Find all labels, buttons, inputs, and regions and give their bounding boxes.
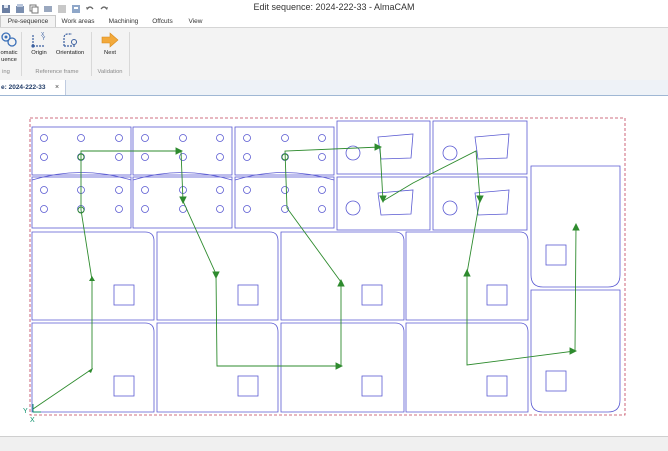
next-button[interactable]: Next bbox=[95, 31, 125, 57]
part-small[interactable] bbox=[336, 120, 431, 175]
status-bar bbox=[0, 436, 668, 451]
part-plate[interactable] bbox=[31, 176, 132, 229]
small-plates bbox=[336, 120, 528, 231]
part-large[interactable] bbox=[31, 231, 155, 321]
part-large[interactable] bbox=[280, 231, 405, 321]
document-tab-bar: e: 2024-222-33 × bbox=[0, 80, 668, 96]
automatic-sequence-label-2: uence bbox=[1, 57, 17, 63]
perforated-plates bbox=[31, 126, 335, 229]
origin-button[interactable]: Y X Origin bbox=[26, 31, 52, 57]
tab-offcuts[interactable]: Offcuts bbox=[146, 16, 179, 27]
close-icon[interactable]: × bbox=[55, 80, 59, 95]
part-plate[interactable] bbox=[234, 176, 335, 229]
sequence-path bbox=[32, 143, 580, 410]
automatic-sequence-button[interactable]: omatic uence bbox=[0, 31, 26, 64]
part-large[interactable] bbox=[280, 322, 405, 413]
x-axis-label: X bbox=[30, 417, 35, 424]
group-separator bbox=[21, 32, 22, 76]
sheet-border bbox=[29, 117, 626, 416]
group-separator bbox=[91, 32, 92, 76]
large-plates bbox=[31, 165, 621, 413]
tab-view[interactable]: View bbox=[181, 16, 210, 27]
orientation-label: Orientation bbox=[55, 50, 85, 56]
next-arrow-icon bbox=[101, 32, 119, 48]
ribbon: omatic uence ing Y X Origin Orientation … bbox=[0, 27, 668, 81]
drawing-canvas[interactable]: Y X bbox=[0, 96, 668, 434]
validation-group-label: Validation bbox=[97, 69, 123, 75]
orientation-button[interactable]: Orientation bbox=[53, 31, 87, 57]
group-separator bbox=[129, 32, 130, 76]
sequencing-group-label: ing bbox=[2, 69, 10, 75]
y-axis-label: Y bbox=[23, 408, 28, 415]
document-tab-label: e: 2024-222-33 bbox=[1, 84, 46, 91]
origin-icon: Y X bbox=[31, 32, 46, 48]
part-large[interactable] bbox=[31, 322, 155, 413]
part-small[interactable] bbox=[336, 176, 431, 231]
nesting-drawing: Y X bbox=[23, 117, 626, 424]
reference-frame-group-label: Reference frame bbox=[35, 69, 79, 75]
automatic-sequence-icon bbox=[1, 32, 17, 47]
automatic-sequence-label-1: omatic bbox=[0, 50, 18, 56]
ribbon-tabs: Pre-sequence Work areas Machining Offcut… bbox=[0, 15, 668, 28]
orientation-icon bbox=[63, 33, 77, 47]
next-label: Next bbox=[104, 50, 116, 56]
part-large[interactable] bbox=[156, 322, 279, 413]
origin-label: Origin bbox=[31, 50, 47, 56]
tab-work-areas[interactable]: Work areas bbox=[55, 16, 101, 27]
part-small[interactable] bbox=[432, 176, 528, 231]
document-tab[interactable]: e: 2024-222-33 × bbox=[0, 80, 66, 95]
tab-machining[interactable]: Machining bbox=[101, 16, 146, 27]
title-bar: Edit sequence: 2024-222-33 - AlmaCAM bbox=[0, 0, 668, 16]
window-title: Edit sequence: 2024-222-33 - AlmaCAM bbox=[253, 2, 415, 12]
